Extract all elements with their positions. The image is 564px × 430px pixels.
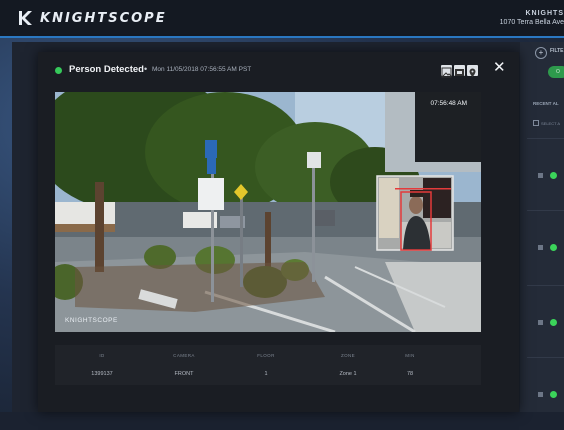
detail-header-camera: CAMERA	[173, 353, 195, 358]
detail-header-floor: FLOOR	[257, 353, 275, 358]
detail-value-min: 78	[406, 371, 414, 377]
knightscope-logo[interactable]: KNIGHTSCOPE	[18, 10, 167, 26]
alert-list-item[interactable]	[527, 357, 564, 430]
site-name: KNIGHTS	[525, 10, 564, 17]
alert-status-dot	[550, 172, 557, 179]
detail-header-zone: ZONE	[340, 353, 356, 358]
alert-status-dot	[550, 244, 557, 251]
map-pin-icon[interactable]	[467, 65, 478, 77]
alert-status-dot	[550, 391, 557, 398]
top-navigation-bar: KNIGHTSCOPE KNIGHTS 1070 Terra Bella Ave	[0, 0, 564, 38]
detail-header-id: ID	[99, 353, 105, 358]
alert-checkbox[interactable]	[538, 245, 543, 250]
alert-list-item[interactable]	[527, 285, 564, 358]
alert-timestamp: Mon 11/05/2018 07:56:55 AM PST	[152, 66, 252, 73]
video-icon[interactable]	[454, 65, 465, 76]
recent-alerts-heading: RECENT AL	[533, 101, 559, 106]
knightscope-logo-icon	[19, 11, 32, 25]
detection-snapshot: 07:56:48 AM KNIGHTSCOPE	[55, 92, 481, 332]
detail-header-min: MIN	[405, 353, 415, 358]
select-all-label: SELECT A	[541, 120, 561, 126]
alert-checkbox[interactable]	[538, 320, 543, 325]
snapshot-watermark: KNIGHTSCOPE	[65, 317, 118, 324]
checkbox-icon	[533, 120, 539, 126]
alert-checkbox[interactable]	[538, 173, 543, 178]
alert-detail-modal: Person Detected • Mon 11/05/2018 07:56:5…	[38, 52, 519, 412]
detail-value-camera: FRONT	[174, 371, 194, 377]
detail-value-id: 1399137	[91, 371, 113, 377]
filter-label[interactable]: FILTE	[550, 48, 564, 54]
alert-status-dot	[550, 319, 557, 326]
logo-text: KNIGHTSCOPE	[40, 10, 167, 26]
plus-circle-icon[interactable]: +	[535, 47, 547, 59]
alert-list-item[interactable]	[527, 210, 564, 283]
alert-checkbox[interactable]	[538, 392, 543, 397]
alert-status-dot	[55, 67, 62, 74]
select-all-checkbox[interactable]: SELECT A	[533, 120, 560, 126]
close-icon[interactable]: ✕	[493, 60, 506, 75]
site-address: 1070 Terra Bella Ave	[499, 19, 564, 26]
detail-value-floor: 1	[264, 371, 268, 377]
snapshot-timestamp: 07:56:48 AM	[430, 100, 468, 107]
alert-list-item[interactable]	[527, 138, 564, 211]
alert-title: Person Detected	[69, 64, 144, 75]
title-separator: •	[144, 64, 148, 74]
alert-details-table: ID CAMERA FLOOR ZONE MIN 1399137 FRONT 1…	[55, 345, 481, 385]
image-icon[interactable]	[441, 65, 452, 78]
filter-toggle[interactable]: O	[548, 66, 564, 78]
detail-value-zone: Zone 1	[339, 371, 357, 377]
parking-lot-scene	[55, 92, 481, 332]
site-info: KNIGHTS 1070 Terra Bella Ave	[500, 9, 564, 27]
